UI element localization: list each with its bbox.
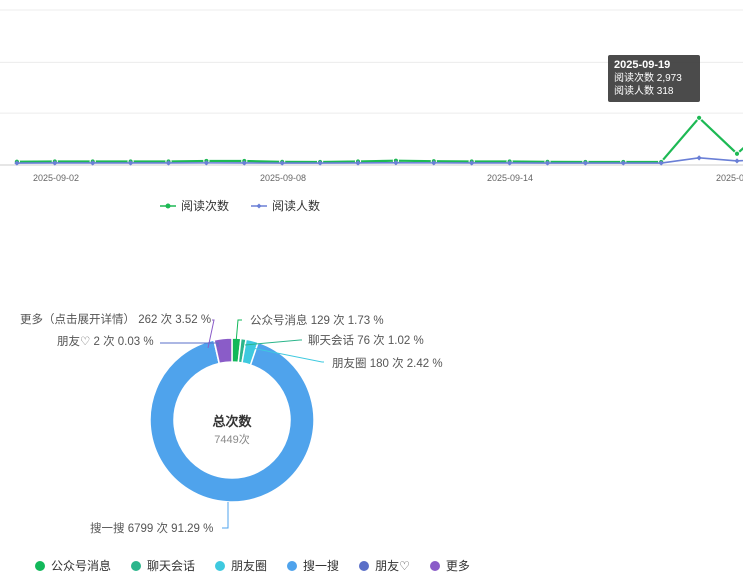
legend-marker-reads-icon xyxy=(160,203,176,208)
legend-marker-readers-icon xyxy=(251,203,268,208)
legend-item-reads[interactable]: 阅读次数 xyxy=(160,197,229,214)
label-leader-line xyxy=(222,502,229,529)
pie-slice-label: 搜一搜 6799 次 91.29 % xyxy=(90,521,213,535)
pie-legend-item[interactable]: 搜一搜 xyxy=(287,557,339,574)
legend-dot-icon xyxy=(287,560,298,571)
legend-dot-icon xyxy=(131,560,142,571)
tooltip-readers: 阅读人数 318 xyxy=(614,86,674,97)
legend-item-readers[interactable]: 阅读人数 xyxy=(251,197,320,214)
pie-slice-label: 公众号消息 129 次 1.73 % xyxy=(250,313,384,327)
pie-legend-label: 公众号消息 xyxy=(51,559,112,573)
line-legend: 阅读次数 阅读人数 xyxy=(160,197,320,214)
pie-slice-label: 更多（点击展开详情） 262 次 3.52 % xyxy=(20,312,211,326)
pie-center-value: 7449次 xyxy=(214,432,249,446)
data-point[interactable] xyxy=(696,155,702,161)
data-point[interactable] xyxy=(734,158,740,164)
pie-center-title: 总次数 xyxy=(212,414,252,429)
tooltip-reads: 阅读次数 2,973 xyxy=(614,73,682,84)
legend-dot-icon xyxy=(215,560,226,571)
pie-slice-label: 朋友♡ 2 次 0.03 % xyxy=(57,334,154,348)
x-tick-label: 2025-09-14 xyxy=(487,173,533,183)
data-point[interactable] xyxy=(733,150,741,157)
tooltip-date: 2025-09-19 xyxy=(614,59,671,71)
pie-legend-item[interactable]: 公众号消息 xyxy=(35,557,111,574)
data-point[interactable] xyxy=(696,114,703,121)
legend-label-readers: 阅读人数 xyxy=(272,199,321,213)
pie-legend-item[interactable]: 聊天会话 xyxy=(131,557,195,574)
x-tick-label: 2025-09-08 xyxy=(260,173,306,183)
legend-dot-icon xyxy=(359,560,370,571)
pie-legend-label: 聊天会话 xyxy=(147,559,196,573)
line-x-ticks: 2025-09-02 2025-09-08 2025-09-14 2025-0 xyxy=(33,173,743,183)
x-tick-label: 2025-0 xyxy=(716,173,743,183)
pie-legend-label: 朋友♡ xyxy=(375,559,410,573)
pie-legend: 公众号消息 聊天会话 朋友圈 搜一搜 朋友♡ 更多 xyxy=(35,557,470,574)
legend-dot-icon xyxy=(429,560,440,571)
x-tick-label: 2025-09-02 xyxy=(33,173,79,183)
legend-dot-icon xyxy=(35,560,45,571)
chart-tooltip: 2025-09-19 阅读次数 2,973 阅读人数 318 xyxy=(608,55,700,102)
pie-legend-item[interactable]: 朋友圈 xyxy=(215,557,267,574)
pie-slice-label: 朋友圈 180 次 2.42 % xyxy=(332,356,443,370)
pie-legend-label: 更多 xyxy=(445,559,470,573)
pie-chart: 公众号消息 129 次 1.73 % 聊天会话 76 次 1.02 % 朋友圈 18… xyxy=(20,312,443,535)
legend-label-reads: 阅读次数 xyxy=(181,199,230,213)
pie-legend-label: 搜一搜 xyxy=(303,559,340,573)
pie-slice-label: 聊天会话 76 次 1.02 % xyxy=(308,333,424,347)
pie-legend-item[interactable]: 更多 xyxy=(429,557,470,574)
pie-legend-label: 朋友圈 xyxy=(231,559,268,573)
pie-legend-item[interactable]: 朋友♡ xyxy=(359,557,410,574)
